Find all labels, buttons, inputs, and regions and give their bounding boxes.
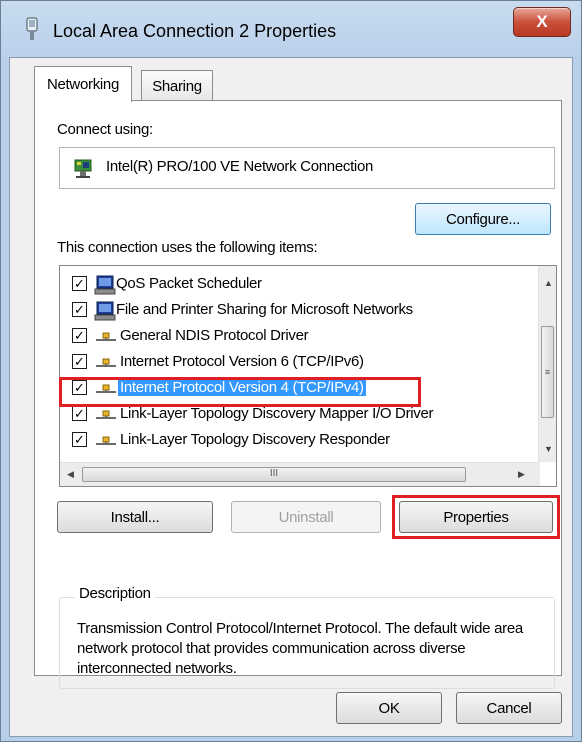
properties-highlight-box	[392, 495, 560, 539]
list-item[interactable]: ✓ Internet Protocol Version 6 (TCP/IPv6)	[72, 350, 542, 376]
network-client-icon	[94, 301, 116, 321]
item-label: Link-Layer Topology Discovery Mapper I/O…	[120, 405, 434, 422]
network-adapter-icon	[26, 17, 38, 40]
scroll-down-arrow-icon[interactable]: ▼	[544, 444, 553, 454]
item-checkbox[interactable]: ✓	[72, 354, 87, 369]
scroll-up-arrow-icon[interactable]: ▲	[544, 278, 553, 288]
item-label: Link-Layer Topology Discovery Responder	[120, 431, 390, 448]
install-button[interactable]: Install...	[57, 501, 213, 533]
protocol-icon	[96, 332, 116, 341]
properties-dialog: Local Area Connection 2 Properties X Net…	[0, 0, 582, 742]
scroll-right-arrow-icon[interactable]: ▶	[518, 469, 525, 480]
cancel-button[interactable]: Cancel	[456, 692, 562, 724]
protocol-icon	[96, 358, 116, 367]
horizontal-scroll-thumb[interactable]: III	[82, 467, 466, 482]
horizontal-scrollbar[interactable]: ◀ III ▶	[60, 462, 540, 486]
tab-networking[interactable]: Networking	[34, 66, 132, 102]
network-client-icon	[94, 275, 116, 295]
components-list[interactable]: ✓ QoS Packet Scheduler ✓ File and Printe…	[59, 265, 557, 487]
item-label: QoS Packet Scheduler	[116, 275, 262, 292]
ipv4-highlight-box	[59, 377, 421, 407]
list-item[interactable]: ✓ Link-Layer Topology Discovery Responde…	[72, 428, 542, 454]
close-button[interactable]: X	[513, 7, 571, 37]
ok-button[interactable]: OK	[336, 692, 442, 724]
tab-sharing[interactable]: Sharing	[141, 70, 213, 102]
list-item[interactable]: ✓ General NDIS Protocol Driver	[72, 324, 542, 350]
vertical-scrollbar[interactable]: ▲ ≡ ▼	[538, 266, 556, 462]
dialog-body: Networking Sharing Connect using: Intel(…	[9, 57, 573, 737]
vertical-scroll-thumb[interactable]: ≡	[541, 326, 554, 418]
item-label: File and Printer Sharing for Microsoft N…	[116, 301, 413, 318]
item-checkbox[interactable]: ✓	[72, 328, 87, 343]
network-card-icon	[74, 159, 92, 178]
protocol-icon	[96, 410, 116, 419]
window-title: Local Area Connection 2 Properties	[53, 21, 337, 41]
title-bar[interactable]: Local Area Connection 2 Properties X	[1, 1, 581, 57]
description-text: Transmission Control Protocol/Internet P…	[77, 620, 523, 677]
uninstall-button[interactable]: Uninstall	[231, 501, 381, 533]
configure-button[interactable]: Configure...	[415, 203, 551, 235]
item-checkbox[interactable]: ✓	[72, 276, 87, 291]
item-label: General NDIS Protocol Driver	[120, 327, 309, 344]
networking-panel: Connect using: Intel(R) PRO/100 VE Netwo…	[34, 100, 562, 689]
connect-using-label: Connect using:	[57, 121, 153, 138]
list-item[interactable]: ✓ File and Printer Sharing for Microsoft…	[72, 298, 542, 324]
items-label: This connection uses the following items…	[57, 239, 318, 256]
item-checkbox[interactable]: ✓	[72, 432, 87, 447]
scroll-left-arrow-icon[interactable]: ◀	[67, 469, 74, 480]
protocol-icon	[96, 436, 116, 445]
adapter-field: Intel(R) PRO/100 VE Network Connection	[59, 147, 555, 189]
item-label: Internet Protocol Version 6 (TCP/IPv6)	[120, 353, 364, 370]
list-item[interactable]: ✓ QoS Packet Scheduler	[72, 272, 542, 298]
adapter-name: Intel(R) PRO/100 VE Network Connection	[106, 158, 374, 175]
item-checkbox[interactable]: ✓	[72, 406, 87, 421]
description-title: Description	[75, 585, 155, 602]
item-checkbox[interactable]: ✓	[72, 302, 87, 317]
